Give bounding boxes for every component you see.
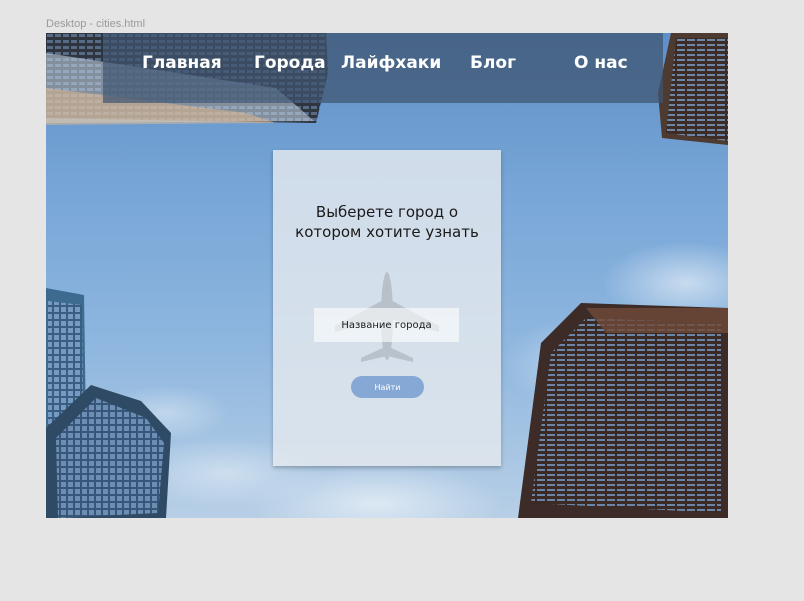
card-title: Выберете город о котором хотите узнать (295, 203, 479, 241)
nav-link-home[interactable]: Главная (142, 53, 222, 73)
nav-link-lifehacks[interactable]: Лайфхаки (341, 53, 441, 73)
city-name-input[interactable] (314, 308, 459, 342)
hero-background: Главная Города Лайфхаки Блог О нас Выбер… (46, 33, 728, 518)
top-navigation: Главная Города Лайфхаки Блог О нас (103, 33, 663, 103)
nav-link-about[interactable]: О нас (574, 53, 628, 73)
nav-link-blog[interactable]: Блог (470, 53, 516, 73)
city-search-card: Выберете город о котором хотите узнать Н… (273, 150, 501, 466)
find-button[interactable]: Найти (351, 376, 424, 398)
nav-link-cities[interactable]: Города (254, 53, 326, 73)
frame-label: Desktop - cities.html (46, 18, 146, 30)
